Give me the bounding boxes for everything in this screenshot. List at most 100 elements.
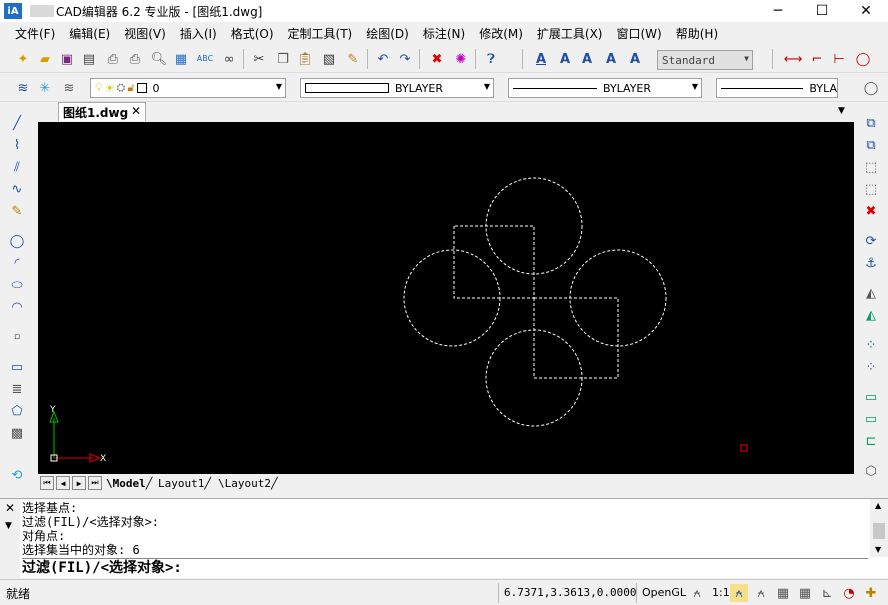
grip-square[interactable] — [740, 444, 748, 452]
command-scrollbar[interactable]: ▲ ▼ — [870, 499, 888, 557]
close-icon[interactable]: ✕ — [131, 104, 141, 118]
mirror-object-icon[interactable]: ◭ — [862, 284, 880, 302]
polygon-icon[interactable]: ⬠ — [8, 402, 26, 420]
aligned-dimension-icon[interactable]: ⌐ — [808, 50, 826, 68]
annotation-visibility-icon[interactable]: ⍲ — [730, 584, 748, 602]
scroll-down-icon[interactable]: ▼ — [875, 545, 881, 554]
close-icon[interactable]: ✕ — [5, 501, 15, 515]
chevron-down-icon[interactable]: ▼ — [5, 521, 12, 531]
text-style-select[interactable]: Standard ▼ — [657, 50, 753, 70]
scale-text-icon[interactable]: A — [626, 50, 644, 68]
open-folder-icon[interactable]: ▰ — [36, 50, 54, 68]
drawing-canvas[interactable]: Y X — [38, 122, 854, 474]
line-icon[interactable]: ╱ — [8, 114, 26, 132]
radius-dimension-icon[interactable]: ◯ — [854, 50, 872, 68]
close-button[interactable]: ✕ — [844, 0, 888, 22]
menu-draw[interactable]: 绘图(D) — [359, 25, 416, 42]
stretch-icon[interactable]: ⁘ — [862, 358, 880, 376]
polyline-icon[interactable]: ⌇ — [8, 136, 26, 154]
trim-icon[interactable]: ▭ — [862, 388, 880, 406]
auto-scale-icon[interactable]: ⍲ — [752, 584, 770, 602]
menu-modify[interactable]: 修改(M) — [472, 25, 530, 42]
help-icon[interactable]: ❓︎ — [482, 50, 500, 68]
ortho-icon[interactable]: ⊾ — [818, 584, 836, 602]
mirror-icon[interactable]: ⬚ — [862, 158, 880, 176]
renderer-label[interactable]: OpenGL — [642, 586, 686, 599]
layer-manager-icon[interactable]: ≋ — [14, 79, 32, 97]
menu-file[interactable]: 文件(F) — [8, 25, 62, 42]
revision-cloud-icon[interactable]: ⟲ — [8, 466, 26, 484]
grid-icon[interactable]: ▦ — [796, 584, 814, 602]
mtext-icon[interactable]: A — [556, 50, 574, 68]
linetype-select[interactable]: BYLAYER ▼ — [508, 78, 702, 98]
arc-icon[interactable]: ◜ — [8, 254, 26, 272]
move-icon[interactable]: ⟳ — [862, 232, 880, 250]
scroll-up-icon[interactable]: ▲ — [875, 501, 881, 510]
extend-icon[interactable]: ▭ — [862, 410, 880, 428]
offset-icon[interactable]: ⬚ — [862, 180, 880, 198]
linear-dimension-icon[interactable]: ⟷ — [784, 50, 803, 68]
tab-layout2[interactable]: \ Layout2 ╱ — [218, 476, 278, 490]
command-input[interactable]: 过滤(FIL)/<选择对象>: — [22, 558, 868, 578]
multiline-icon[interactable]: ⫽ — [8, 158, 26, 176]
copy-icon[interactable]: ❐ — [274, 50, 292, 68]
object-snap-icon[interactable]: ✚ — [862, 584, 880, 602]
menu-extension-tools[interactable]: 扩展工具(X) — [530, 25, 610, 42]
point-icon[interactable]: ▫ — [8, 328, 26, 346]
annotation-scale-icon[interactable]: ⍲ — [688, 584, 706, 602]
hatch-icon[interactable]: ≣ — [8, 380, 26, 398]
plot-icon[interactable]: ⎙ — [126, 50, 144, 68]
tab-model[interactable]: \ Model ╱ — [106, 476, 152, 490]
selected-polyline-upper[interactable] — [453, 225, 535, 299]
circle-icon[interactable]: ◯ — [862, 79, 880, 97]
document-tab[interactable]: 图纸1.dwg ✕ — [58, 102, 146, 121]
scale-icon[interactable]: ◭ — [862, 306, 880, 324]
last-layout-icon[interactable]: ⏭ — [88, 476, 102, 490]
edit-text-icon[interactable]: A — [602, 50, 620, 68]
erase-icon[interactable]: ⧉ — [862, 114, 880, 132]
menu-view[interactable]: 视图(V) — [117, 25, 173, 42]
menu-insert[interactable]: 插入(I) — [173, 25, 224, 42]
menu-dimension[interactable]: 标注(N) — [416, 25, 472, 42]
layer-select[interactable]: 💡︎ ☀ ⛭ 🔓︎ 0 ▼ — [90, 78, 286, 98]
menu-help[interactable]: 帮助(H) — [669, 25, 725, 42]
menu-custom-tools[interactable]: 定制工具(T) — [281, 25, 360, 42]
lineweight-select[interactable]: BYLA — [716, 78, 838, 98]
next-layout-icon[interactable]: ▶ — [72, 476, 86, 490]
ellipse-icon[interactable]: ⬭ — [8, 276, 26, 294]
array-icon[interactable]: ⁘ — [862, 336, 880, 354]
new-file-icon[interactable]: ✦ — [14, 50, 32, 68]
copy-object-icon[interactable]: ⧉ — [862, 136, 880, 154]
publish-icon[interactable]: ▦ — [172, 50, 190, 68]
snap-grid-icon[interactable]: ▦ — [774, 584, 792, 602]
selected-polyline-lower[interactable] — [533, 297, 619, 379]
delete-object-icon[interactable]: ✖ — [862, 202, 880, 220]
polar-tracking-icon[interactable]: ◔ — [840, 584, 858, 602]
prev-layout-icon[interactable]: ◀ — [56, 476, 70, 490]
paste-icon[interactable]: 📋︎ — [296, 50, 314, 68]
purge-icon[interactable]: ✺ — [452, 50, 470, 68]
cut-icon[interactable]: ✂ — [250, 50, 268, 68]
annotation-scale-value[interactable]: 1:1 — [712, 586, 730, 599]
scroll-thumb[interactable] — [873, 523, 885, 539]
minimize-button[interactable]: ─ — [756, 0, 800, 22]
spline-icon[interactable]: ∿ — [8, 180, 26, 198]
menu-window[interactable]: 窗口(W) — [610, 25, 669, 42]
find-binoculars-icon[interactable]: ∞ — [220, 50, 238, 68]
layer-previous-icon[interactable]: ≋ — [60, 79, 78, 97]
selected-circle-left[interactable] — [403, 249, 501, 347]
menu-edit[interactable]: 编辑(E) — [62, 25, 117, 42]
tab-layout1[interactable]: Layout1 ╱ — [158, 476, 211, 490]
match-properties-brush-icon[interactable]: ✎ — [344, 50, 362, 68]
first-layout-icon[interactable]: ⏮ — [40, 476, 54, 490]
3d-box-icon[interactable]: ⬡ — [862, 462, 880, 480]
save-icon[interactable]: ▣ — [58, 50, 76, 68]
maximize-button[interactable]: ☐ — [800, 0, 844, 22]
color-select[interactable]: BYLAYER ▼ — [300, 78, 494, 98]
spell-check-icon[interactable]: ABC — [196, 50, 214, 68]
region-icon[interactable]: ▩ — [8, 424, 26, 442]
text-style-icon[interactable]: A — [578, 50, 596, 68]
tab-list-chevron-down-icon[interactable]: ▼ — [838, 106, 845, 116]
layer-state-icon[interactable]: ✳ — [36, 79, 54, 97]
print-icon[interactable]: ⎙ — [104, 50, 122, 68]
